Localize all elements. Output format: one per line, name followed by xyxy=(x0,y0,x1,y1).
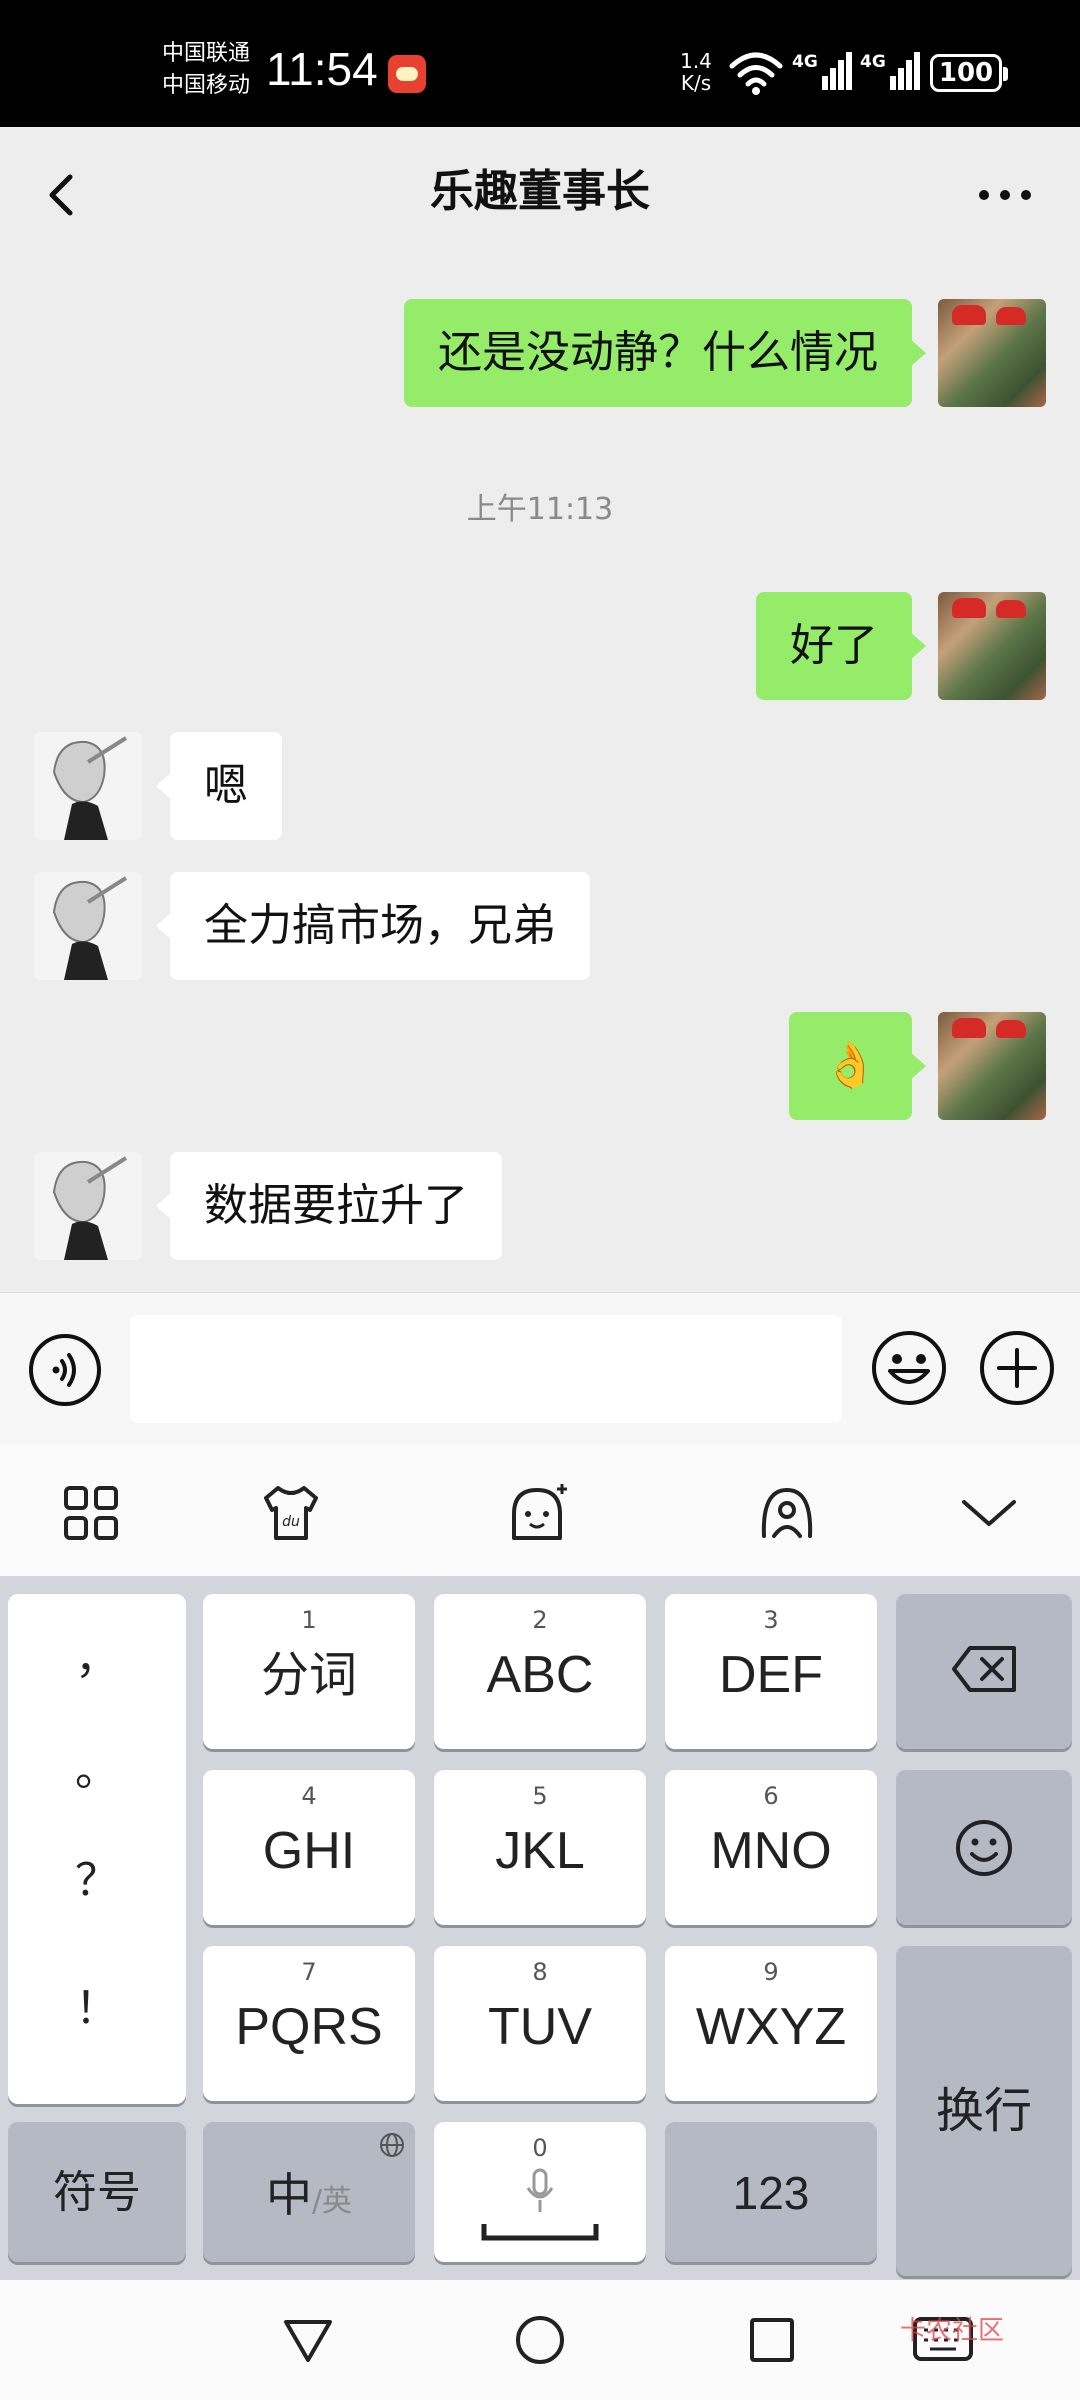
message-bubble[interactable]: 全力搞市场，兄弟 xyxy=(156,872,590,980)
key-5-jkl[interactable]: 5 JKL xyxy=(434,1770,646,1925)
punct-key-period[interactable]: 。 xyxy=(8,1734,186,1798)
wifi-icon xyxy=(729,52,783,95)
sticker-icon[interactable] xyxy=(504,1480,570,1546)
symbol-key[interactable]: 符号 xyxy=(8,2122,186,2262)
key-number: 5 xyxy=(532,1782,548,1810)
key-6-mno[interactable]: 6 MNO xyxy=(665,1770,877,1925)
microphone-icon xyxy=(526,2168,554,2212)
globe-icon xyxy=(380,2133,404,2157)
key-number: 1 xyxy=(301,1606,317,1634)
language-switch-key[interactable]: 中/英 xyxy=(203,2122,415,2262)
backspace-icon xyxy=(952,1646,1016,1692)
key-number: 9 xyxy=(763,1958,779,1986)
key-label: ABC xyxy=(486,1646,594,1704)
key-1-fenci[interactable]: 1 分词 xyxy=(203,1594,415,1749)
key-label: MNO xyxy=(710,1822,832,1880)
punct-key-exclaim[interactable]: ！ xyxy=(8,1972,186,2036)
key-label: WXYZ xyxy=(695,1998,847,2056)
punctuation-column[interactable]: ， 。 ？ ！ xyxy=(8,1594,186,2104)
app-notification-icon xyxy=(388,55,426,93)
key-label: 符号 xyxy=(53,2167,141,2218)
key-number: 3 xyxy=(763,1606,779,1634)
message-bubble[interactable]: 还是没动静？什么情况 xyxy=(404,299,926,407)
key-7-pqrs[interactable]: 7 PQRS xyxy=(203,1946,415,2101)
emoji-key[interactable] xyxy=(896,1770,1072,1925)
key-label: JKL xyxy=(495,1822,585,1880)
key-number: 0 xyxy=(532,2134,548,2162)
battery-indicator: 100 xyxy=(930,54,1008,92)
key-label: GHI xyxy=(262,1822,356,1880)
key-label: PQRS xyxy=(235,1998,383,2056)
more-functions-button[interactable] xyxy=(978,1329,1056,1407)
watermark: 卡农社区 xyxy=(900,2316,1005,2346)
skin-theme-icon[interactable] xyxy=(754,1480,820,1546)
chat-header: 乐趣董事长 xyxy=(0,127,1080,257)
avatar[interactable] xyxy=(938,1012,1046,1120)
network-type-1: 4G xyxy=(792,52,818,72)
keyboard: ， 。 ？ ！ 1 分词 2 ABC 3 DEF 4 GHI 5 JKL 6 M… xyxy=(0,1576,1080,2280)
carrier-1: 中国联通 xyxy=(162,41,251,66)
key-2-abc[interactable]: 2 ABC xyxy=(434,1594,646,1749)
collapse-keyboard-icon[interactable] xyxy=(956,1480,1022,1546)
cell-signal-1: 4G xyxy=(792,48,854,98)
clock: 11:54 xyxy=(266,43,378,95)
keyboard-toolbar: du xyxy=(0,1444,1080,1576)
grid-menu-icon[interactable] xyxy=(58,1480,124,1546)
key-number: 8 xyxy=(532,1958,548,1986)
key-label: TUV xyxy=(488,1998,592,2056)
key-number: 6 xyxy=(763,1782,779,1810)
key-number: 7 xyxy=(301,1958,317,1986)
key-number: 2 xyxy=(532,1606,548,1634)
key-label: DEF xyxy=(719,1646,823,1704)
smiley-icon xyxy=(956,1820,1012,1876)
key-label: 中/英 xyxy=(203,2162,415,2235)
input-bar xyxy=(0,1292,1080,1444)
message-bubble[interactable]: 数据要拉升了 xyxy=(156,1152,502,1260)
more-options-button[interactable] xyxy=(970,165,1040,225)
en-label: /英 xyxy=(311,2184,353,2219)
shirt-du-icon[interactable]: du xyxy=(258,1480,324,1546)
message-bubble[interactable]: 好了 xyxy=(756,592,926,700)
message-input[interactable] xyxy=(130,1315,842,1423)
network-speed: 1.4 K/s xyxy=(676,50,716,94)
key-label: 换行 xyxy=(935,2083,1032,2139)
avatar[interactable] xyxy=(34,872,142,980)
key-4-ghi[interactable]: 4 GHI xyxy=(203,1770,415,1925)
key-label: 123 xyxy=(732,2167,810,2219)
key-number: 4 xyxy=(301,1782,317,1810)
home-circle-icon[interactable] xyxy=(512,2312,568,2368)
key-9-wxyz[interactable]: 9 WXYZ xyxy=(665,1946,877,2101)
emoji-button[interactable] xyxy=(870,1329,948,1407)
network-speed-value: 1.4 xyxy=(680,49,712,73)
punct-key-comma[interactable]: ， xyxy=(8,1622,186,1686)
avatar[interactable] xyxy=(34,1152,142,1260)
key-3-def[interactable]: 3 DEF xyxy=(665,1594,877,1749)
navigation-bar: 卡农社区 xyxy=(0,2280,1080,2400)
back-triangle-icon[interactable] xyxy=(280,2312,336,2368)
message-bubble[interactable]: 嗯 xyxy=(156,732,282,840)
recents-square-icon[interactable] xyxy=(744,2312,800,2368)
status-bar: 中国联通 中国移动 11:54 1.4 K/s 4G 4G 100 xyxy=(0,0,1080,127)
avatar[interactable] xyxy=(34,732,142,840)
carrier-2: 中国移动 xyxy=(162,73,251,98)
delete-key[interactable] xyxy=(896,1594,1072,1749)
space-key[interactable]: 0 xyxy=(434,2122,646,2262)
chat-title: 乐趣董事长 xyxy=(430,166,650,217)
key-8-tuv[interactable]: 8 TUV xyxy=(434,1946,646,2101)
voice-input-button[interactable] xyxy=(28,1333,102,1407)
cell-signal-2: 4G xyxy=(860,48,922,98)
message-bubble[interactable]: 👌 xyxy=(789,1012,926,1120)
punct-key-question[interactable]: ？ xyxy=(8,1844,186,1908)
number-switch-key[interactable]: 123 xyxy=(665,2122,877,2262)
space-bar-icon xyxy=(481,2224,599,2241)
svg-text:du: du xyxy=(282,1514,300,1530)
key-label: 分词 xyxy=(260,1647,357,1703)
zh-label: 中 xyxy=(265,2168,312,2222)
network-speed-unit: K/s xyxy=(680,71,712,95)
enter-key[interactable]: 换行 xyxy=(896,1946,1072,2276)
avatar[interactable] xyxy=(938,592,1046,700)
message-timestamp: 上午11:13 xyxy=(466,492,614,527)
avatar[interactable] xyxy=(938,299,1046,407)
network-type-2: 4G xyxy=(860,52,886,72)
